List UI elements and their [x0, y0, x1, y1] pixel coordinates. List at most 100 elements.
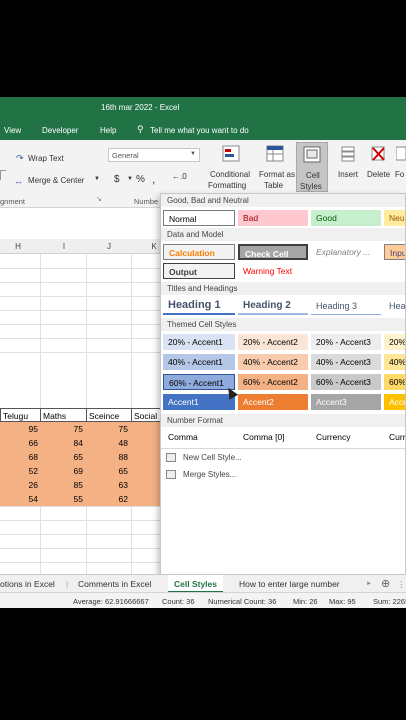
- percent-button[interactable]: %: [136, 174, 145, 185]
- style-bad[interactable]: Bad: [238, 210, 308, 226]
- style-comma-0[interactable]: Comma [0]: [238, 429, 308, 445]
- table-row[interactable]: 54 55 62: [0, 492, 161, 506]
- increase-decimal-icon[interactable]: ←.0: [172, 172, 187, 181]
- style-20-accent1[interactable]: 20% - Accent1: [163, 334, 235, 350]
- header-cell-maths[interactable]: Maths: [40, 408, 87, 422]
- table-cell[interactable]: 69: [41, 464, 86, 478]
- style-heading-3[interactable]: Heading 3: [311, 297, 381, 315]
- style-accent2[interactable]: Accent2: [238, 394, 308, 410]
- delete-button[interactable]: Delete: [367, 170, 390, 179]
- style-calculation[interactable]: Calculation: [163, 244, 235, 260]
- new-cell-style-menu-item[interactable]: New Cell Style...: [183, 453, 242, 462]
- style-normal[interactable]: Normal: [163, 210, 235, 226]
- style-40-accent4[interactable]: 40%: [384, 354, 405, 370]
- comma-button[interactable]: ,: [152, 172, 155, 186]
- table-cell[interactable]: 26: [0, 478, 41, 492]
- style-heading-1[interactable]: Heading 1: [163, 297, 235, 315]
- table-cell[interactable]: 65: [41, 450, 86, 464]
- style-currency-0[interactable]: Curr: [384, 429, 405, 445]
- table-cell[interactable]: 75: [41, 422, 86, 436]
- table-row[interactable]: 95 75 75: [0, 422, 161, 436]
- table-cell[interactable]: 63: [86, 478, 131, 492]
- table-row[interactable]: 26 85 63: [0, 478, 161, 492]
- style-input[interactable]: Inpu: [384, 244, 405, 260]
- number-format-select[interactable]: General ▼: [108, 148, 200, 162]
- table-cell[interactable]: 52: [0, 464, 41, 478]
- style-check-cell[interactable]: Check Cell: [238, 244, 308, 260]
- conditional-formatting-line2[interactable]: Formatting: [208, 181, 246, 190]
- style-20-accent2[interactable]: 20% - Accent2: [238, 334, 308, 350]
- format-as-table-line2[interactable]: Table: [264, 181, 283, 190]
- table-cell[interactable]: 48: [86, 436, 131, 450]
- style-accent3[interactable]: Accent3: [311, 394, 381, 410]
- dialog-launcher-icon[interactable]: ↘: [96, 195, 102, 203]
- table-cell[interactable]: 95: [0, 422, 41, 436]
- sheet-tab-large-number[interactable]: How to enter large number: [239, 579, 340, 589]
- format-button[interactable]: Fo: [395, 170, 404, 179]
- style-explanatory[interactable]: Explanatory ...: [311, 244, 381, 260]
- style-60-accent1[interactable]: 60% - Accent1: [163, 374, 235, 390]
- menu-view[interactable]: View: [4, 126, 21, 135]
- sheet-tab-options[interactable]: otions in Excel: [0, 579, 55, 589]
- style-20-accent4[interactable]: 20%: [384, 334, 405, 350]
- new-cell-style-icon: [166, 453, 176, 462]
- table-cell[interactable]: 68: [0, 450, 41, 464]
- add-sheet-icon[interactable]: ⊕: [381, 577, 390, 590]
- style-comma[interactable]: Comma: [163, 429, 235, 445]
- chevron-down-icon[interactable]: ▼: [94, 176, 100, 182]
- header-cell-telugu[interactable]: Telugu: [0, 408, 41, 422]
- style-good[interactable]: Good: [311, 210, 381, 226]
- style-60-accent3[interactable]: 60% - Accent3: [311, 374, 381, 390]
- insert-button[interactable]: Insert: [338, 170, 358, 179]
- style-40-accent3[interactable]: 40% - Accent3: [311, 354, 381, 370]
- table-cell[interactable]: 65: [86, 464, 131, 478]
- table-cell[interactable]: 88: [86, 450, 131, 464]
- style-40-accent1[interactable]: 40% - Accent1: [163, 354, 235, 370]
- table-row[interactable]: 52 69 65: [0, 464, 161, 478]
- column-header-i[interactable]: I: [54, 242, 74, 251]
- style-output[interactable]: Output: [163, 263, 235, 279]
- style-accent1[interactable]: Accent1: [163, 394, 235, 410]
- style-currency[interactable]: Currency: [311, 429, 381, 445]
- cell-styles-line1: Cell: [306, 171, 320, 180]
- currency-button[interactable]: $: [114, 174, 120, 185]
- header-cell-sceince[interactable]: Sceince: [86, 408, 132, 422]
- table-row[interactable]: 68 65 88: [0, 450, 161, 464]
- style-neutral[interactable]: Neu: [384, 210, 405, 226]
- style-40-accent2[interactable]: 40% - Accent2: [238, 354, 308, 370]
- column-header-j[interactable]: J: [99, 242, 119, 251]
- style-warning-text[interactable]: Warning Text: [238, 263, 308, 279]
- table-cell[interactable]: 62: [86, 492, 131, 506]
- style-60-accent4[interactable]: 60%: [384, 374, 405, 390]
- table-row[interactable]: 66 84 48: [0, 436, 161, 450]
- table-cell[interactable]: 54: [0, 492, 41, 506]
- format-as-table-line1[interactable]: Format as: [259, 170, 295, 179]
- sheet-tab-comments[interactable]: Comments in Excel: [78, 579, 151, 589]
- scroll-tabs-icon[interactable]: ►: [366, 581, 372, 587]
- style-accent4[interactable]: Acce: [384, 394, 405, 410]
- style-heading-2[interactable]: Heading 2: [238, 297, 308, 315]
- style-heading-4[interactable]: Hea: [384, 297, 405, 315]
- chevron-down-icon[interactable]: ▼: [127, 176, 133, 182]
- title-bar: 16th mar 2022 - Excel: [0, 97, 406, 119]
- sheet-tab-cell-styles[interactable]: Cell Styles: [168, 575, 223, 593]
- merge-styles-menu-item[interactable]: Merge Styles...: [183, 470, 236, 479]
- table-cell[interactable]: 66: [0, 436, 41, 450]
- table-cell[interactable]: 84: [41, 436, 86, 450]
- wrap-text-button[interactable]: Wrap Text: [28, 154, 64, 163]
- header-cell-social[interactable]: Social: [131, 408, 161, 422]
- menu-developer[interactable]: Developer: [42, 126, 78, 135]
- table-cell[interactable]: 85: [41, 478, 86, 492]
- cell-styles-button[interactable]: Cell Styles: [296, 142, 328, 192]
- merge-center-button[interactable]: Merge & Center: [28, 176, 84, 185]
- column-header-h[interactable]: H: [8, 242, 28, 251]
- tell-me-search[interactable]: Tell me what you want to do: [150, 126, 249, 135]
- style-20-accent3[interactable]: 20% - Accent3: [311, 334, 381, 350]
- menu-help[interactable]: Help: [100, 126, 116, 135]
- more-options-icon[interactable]: ⋮: [397, 579, 406, 590]
- table-cell[interactable]: 55: [41, 492, 86, 506]
- style-60-accent2[interactable]: 60% - Accent2: [238, 374, 308, 390]
- conditional-formatting-line1[interactable]: Conditional: [210, 170, 250, 179]
- table-cell[interactable]: 75: [86, 422, 131, 436]
- format-cells-icon: [395, 145, 406, 162]
